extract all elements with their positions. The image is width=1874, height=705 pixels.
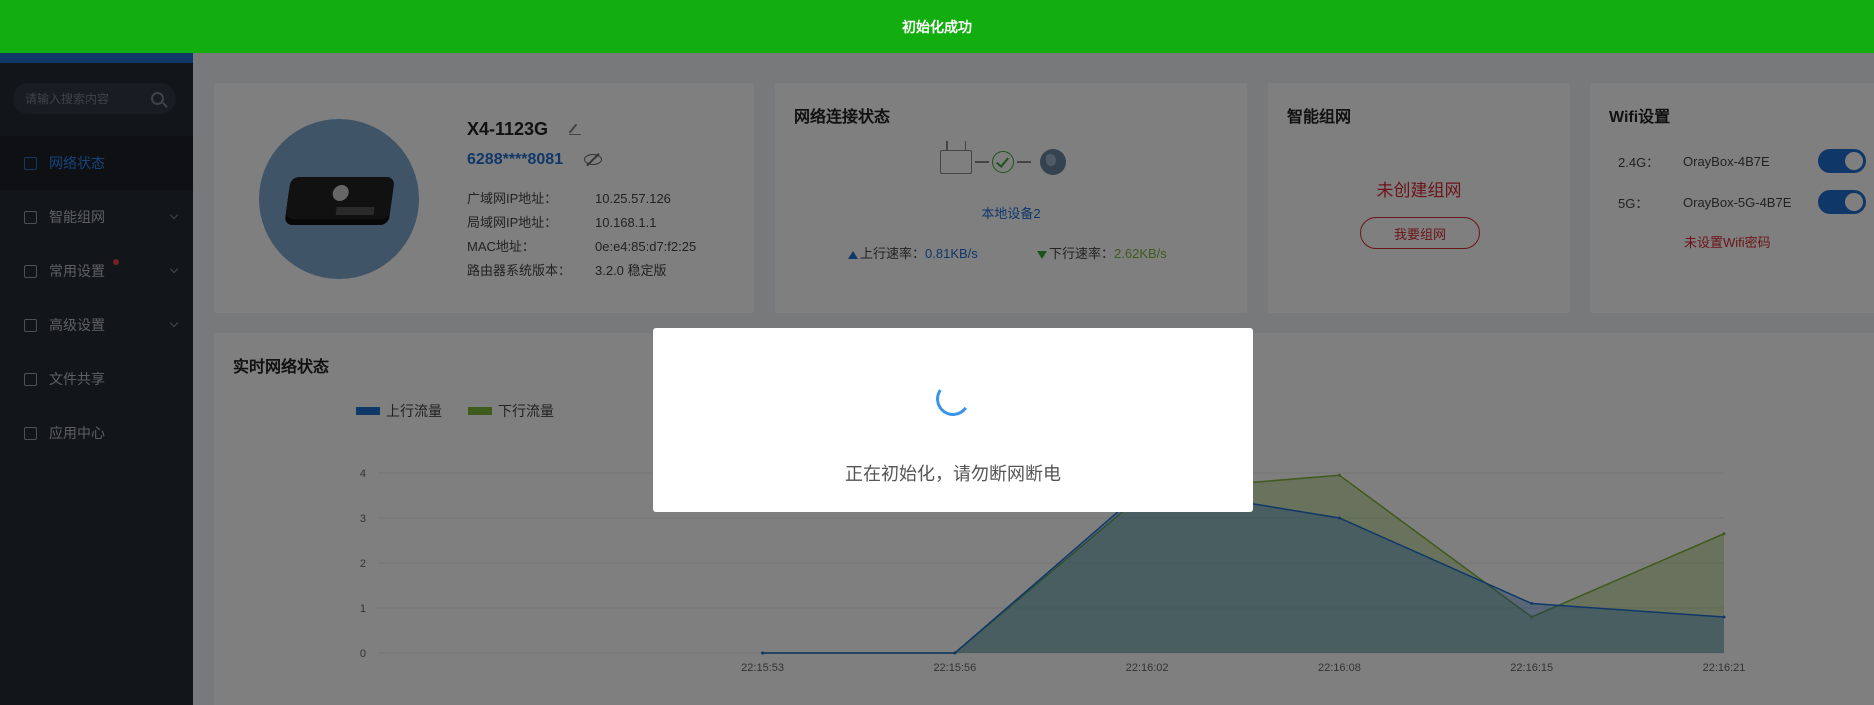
success-toast: 初始化成功 (0, 0, 1874, 53)
loading-spinner-icon (933, 379, 973, 419)
loading-dialog: 正在初始化，请勿断网断电 (653, 328, 1253, 512)
loading-message: 正在初始化，请勿断网断电 (845, 464, 1061, 484)
